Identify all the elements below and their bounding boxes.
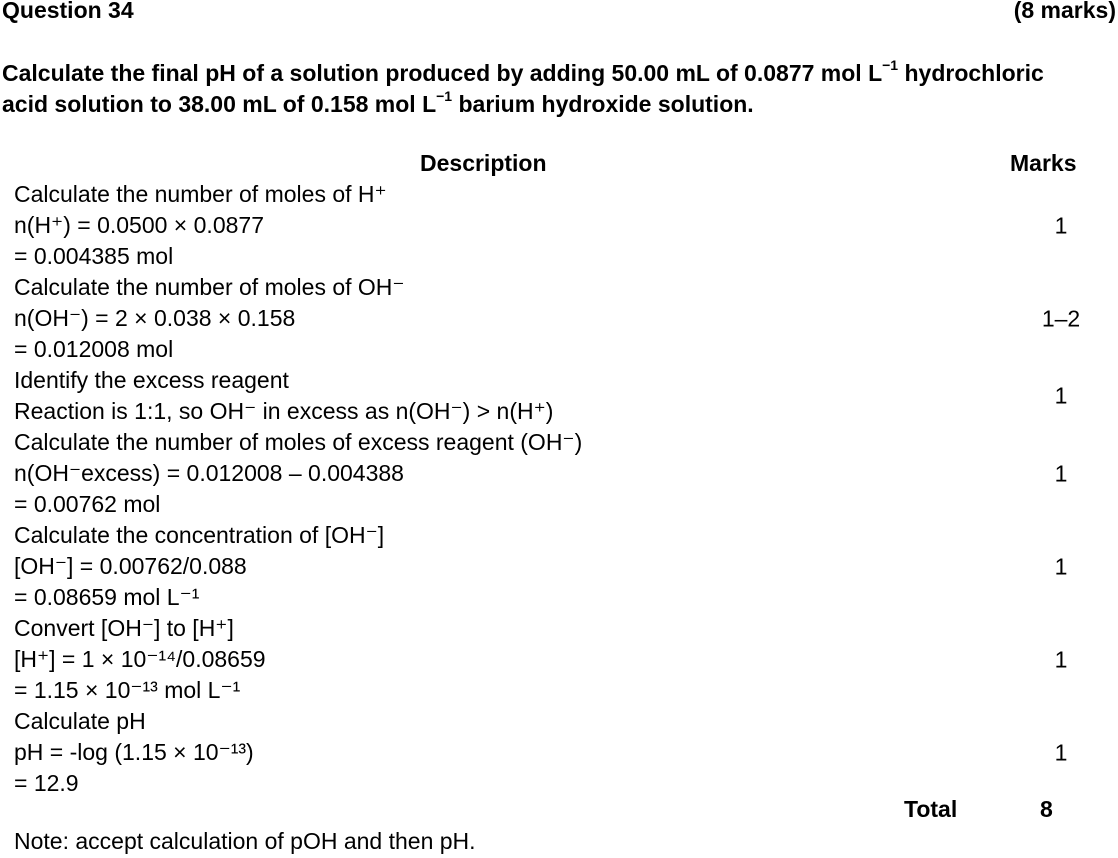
column-header-description: Description bbox=[420, 150, 547, 176]
row-line: n(OH⁻excess) = 0.012008 – 0.004388 bbox=[14, 460, 404, 486]
row-line: Convert [OH⁻] to [H⁺] bbox=[14, 615, 234, 641]
row-mark: 1 bbox=[1054, 382, 1068, 409]
question-title: Question 34 bbox=[2, 0, 134, 23]
question-text-part: Calculate the final pH of a solution pro… bbox=[2, 60, 883, 86]
row-line: n(OH⁻) = 2 × 0.038 × 0.158 bbox=[14, 305, 296, 331]
question-text-part: barium hydroxide solution. bbox=[452, 91, 754, 117]
row-line: n(H⁺) = 0.0500 × 0.0877 bbox=[14, 212, 264, 238]
row-line: = 1.15 × 10⁻¹³ mol L⁻¹ bbox=[14, 677, 241, 703]
superscript: −1 bbox=[436, 88, 453, 105]
column-header-marks: Marks bbox=[1010, 150, 1077, 176]
row-line: = 0.08659 mol L⁻¹ bbox=[14, 584, 200, 610]
row-line: Identify the excess reagent bbox=[14, 367, 289, 393]
row-line: Calculate the number of moles of excess … bbox=[14, 429, 583, 455]
question-line: acid solution to 38.00 mL of 0.158 mol L… bbox=[2, 89, 1116, 120]
row-line: Calculate the number of moles of OH⁻ bbox=[14, 274, 405, 300]
table-row: Calculate pH pH = -log (1.15 × 10⁻¹³) = 12… bbox=[14, 706, 1104, 799]
row-mark: 1 bbox=[1054, 212, 1068, 238]
table-row: Calculate the number of moles of H⁺ n(H⁺)… bbox=[14, 179, 1104, 272]
row-line: [OH⁻] = 0.00762/0.088 bbox=[14, 553, 247, 579]
table-row: Calculate the concentration of [OH⁻] [OH⁻… bbox=[14, 520, 1104, 613]
table-row: Convert [OH⁻] to [H⁺] [H⁺] = 1 × 10⁻¹⁴/0.… bbox=[14, 613, 1104, 706]
row-line: = 0.004385 mol bbox=[14, 243, 174, 269]
row-line: = 0.012008 mol bbox=[14, 336, 174, 362]
row-line: = 0.00762 mol bbox=[14, 491, 161, 517]
row-mark: 1 bbox=[1054, 739, 1068, 765]
note: Note: accept calculation of pOH and then… bbox=[14, 828, 476, 854]
total-value: 8 bbox=[1040, 796, 1053, 822]
question-header: Question 34 (8 marks) bbox=[2, 0, 1116, 26]
row-line: [H⁺] = 1 × 10⁻¹⁴/0.08659 bbox=[14, 646, 266, 672]
marking-table: Calculate the number of moles of H⁺ n(H⁺)… bbox=[14, 179, 1104, 799]
question-marks: (8 marks) bbox=[1013, 0, 1116, 23]
row-line: Calculate the number of moles of H⁺ bbox=[14, 181, 387, 207]
question-text-part: acid solution to 38.00 mL of 0.158 mol L bbox=[2, 91, 437, 117]
row-line: pH = -log (1.15 × 10⁻¹³) bbox=[14, 739, 254, 765]
table-row: Calculate the number of moles of OH⁻ n(OH… bbox=[14, 272, 1104, 365]
question-text: Calculate the final pH of a solution pro… bbox=[2, 58, 1116, 120]
total-label: Total bbox=[904, 796, 958, 822]
row-line: Calculate pH bbox=[14, 708, 146, 734]
row-mark: 1–2 bbox=[1041, 305, 1081, 331]
question-text-part: hydrochloric bbox=[898, 60, 1044, 86]
row-mark: 1 bbox=[1054, 646, 1068, 672]
row-line: Calculate the concentration of [OH⁻] bbox=[14, 522, 385, 548]
row-mark: 1 bbox=[1054, 553, 1068, 579]
question-line: Calculate the final pH of a solution pro… bbox=[2, 58, 1116, 89]
superscript: −1 bbox=[882, 57, 899, 74]
row-mark: 1 bbox=[1054, 460, 1068, 486]
row-line: Reaction is 1:1, so OH⁻ in excess as n(O… bbox=[14, 398, 554, 424]
table-row: Identify the excess reagent Reaction is 1… bbox=[14, 365, 1104, 427]
table-row: Calculate the number of moles of excess … bbox=[14, 427, 1104, 520]
